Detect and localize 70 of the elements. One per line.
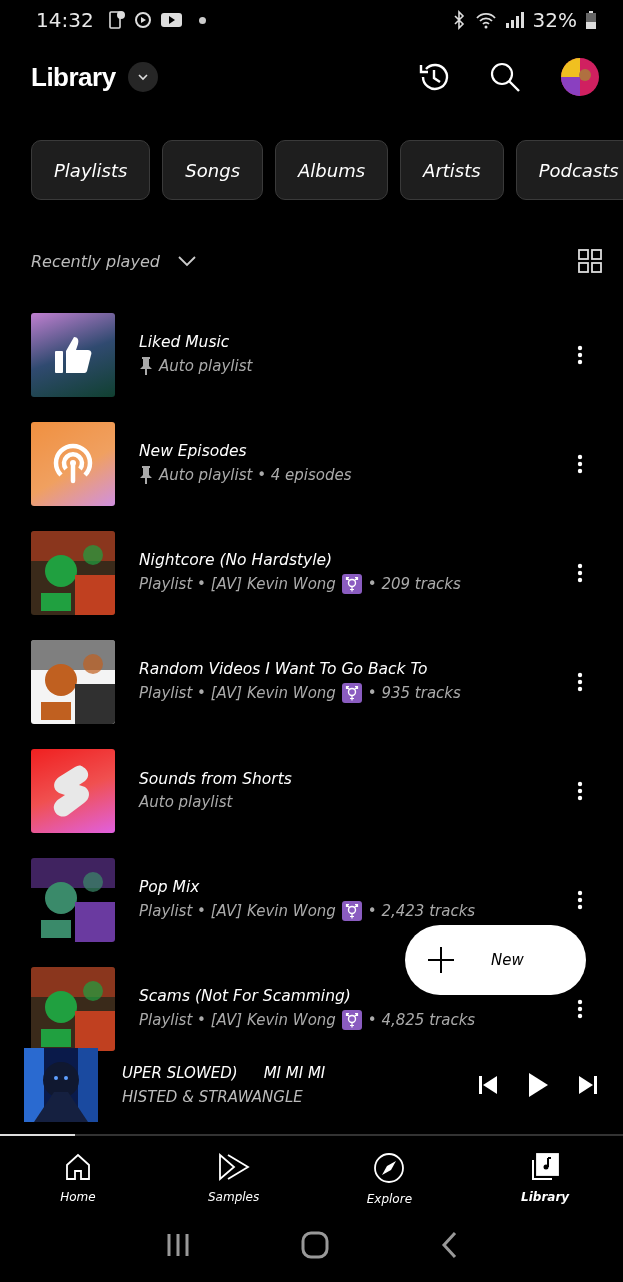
play-circle-icon xyxy=(133,10,152,30)
library-dropdown-button[interactable] xyxy=(127,62,158,92)
search-icon[interactable] xyxy=(489,61,521,93)
playlist-title: Random Videos I Want To Go Back To xyxy=(139,660,429,678)
phone-info-icon xyxy=(107,10,126,30)
sort-dropdown[interactable]: Recently played xyxy=(31,251,198,271)
grid-view-icon[interactable] xyxy=(577,248,603,274)
nav-label: Home xyxy=(60,1190,96,1204)
playlist-subtitle: Auto playlist xyxy=(139,793,233,811)
filter-chip[interactable]: Albums xyxy=(275,140,389,200)
new-playlist-button[interactable]: New xyxy=(405,925,586,995)
plus-icon xyxy=(427,946,455,974)
playlist-title: Sounds from Shorts xyxy=(139,770,293,788)
double-play-icon xyxy=(216,1152,251,1182)
battery-level: 32% xyxy=(532,8,577,32)
signal-icon xyxy=(504,10,525,30)
wifi-icon xyxy=(474,10,497,30)
nav-label: Library xyxy=(521,1190,570,1204)
page-title: Library xyxy=(31,61,116,93)
nav-tab[interactable]: Explore xyxy=(311,1146,468,1216)
more-options-icon[interactable] xyxy=(577,671,583,692)
more-options-icon[interactable] xyxy=(577,453,583,474)
back-icon[interactable] xyxy=(439,1231,458,1259)
track-count: • 2,423 tracks xyxy=(367,902,476,920)
video-play-icon xyxy=(159,10,183,30)
nav-tab[interactable]: Samples xyxy=(155,1146,312,1216)
track-count: • 4,825 tracks xyxy=(367,1011,476,1029)
more-options-icon[interactable] xyxy=(577,780,583,801)
now-playing-title: MI MI MI xyxy=(263,1064,326,1082)
now-playing-artist: HISTED & STRAWANGLE xyxy=(122,1088,304,1106)
chevron-down-icon xyxy=(175,254,198,268)
avatar[interactable] xyxy=(561,58,599,96)
notification-dot xyxy=(198,16,206,24)
music-library-icon xyxy=(530,1152,561,1182)
playlist-title: Pop Mix xyxy=(139,878,201,896)
play-icon[interactable] xyxy=(527,1072,549,1098)
battery-icon xyxy=(585,10,597,30)
recent-apps-icon[interactable] xyxy=(165,1232,192,1258)
bluetooth-icon xyxy=(452,10,467,30)
status-time: 14:32 xyxy=(36,8,94,32)
nav-tab[interactable]: Home xyxy=(0,1146,156,1216)
playlist-subtitle: Auto playlist • 4 episodes xyxy=(159,466,352,484)
track-count: • 209 tracks xyxy=(367,575,461,593)
more-options-icon[interactable] xyxy=(577,562,583,583)
track-count: • 935 tracks xyxy=(367,684,461,702)
playlist-subtitle: Playlist • [AV] Kevin Wong xyxy=(139,684,336,702)
playlist-title: Scams (Not For Scamming) xyxy=(139,987,352,1005)
nav-label: Explore xyxy=(366,1192,412,1206)
filter-chip[interactable]: Songs xyxy=(162,140,263,200)
more-options-icon[interactable] xyxy=(577,998,583,1019)
filter-chip[interactable]: Playlists xyxy=(31,140,151,200)
playlist-subtitle: Playlist • [AV] Kevin Wong xyxy=(139,902,336,920)
now-playing-title: UPER SLOWED) xyxy=(122,1064,238,1082)
playlist-subtitle: Playlist • [AV] Kevin Wong xyxy=(139,1011,336,1029)
next-icon[interactable] xyxy=(577,1074,599,1096)
playlist-title: Nightcore (No Hardstyle) xyxy=(139,551,334,569)
nav-label: Samples xyxy=(208,1190,260,1204)
more-options-icon[interactable] xyxy=(577,889,583,910)
playlist-subtitle: Auto playlist xyxy=(159,357,253,375)
playlist-title: Liked Music xyxy=(139,333,231,351)
chevron-down-icon xyxy=(135,72,150,82)
previous-icon[interactable] xyxy=(477,1074,499,1096)
playlist-subtitle: Playlist • [AV] Kevin Wong xyxy=(139,575,336,593)
playlist-title: New Episodes xyxy=(139,442,248,460)
compass-icon xyxy=(373,1152,406,1184)
filter-chip[interactable]: Podcasts xyxy=(515,140,623,200)
nav-tab[interactable]: Library xyxy=(467,1146,623,1216)
filter-chip[interactable]: Artists xyxy=(400,140,504,200)
more-options-icon[interactable] xyxy=(577,344,583,365)
home-icon[interactable] xyxy=(301,1231,330,1259)
